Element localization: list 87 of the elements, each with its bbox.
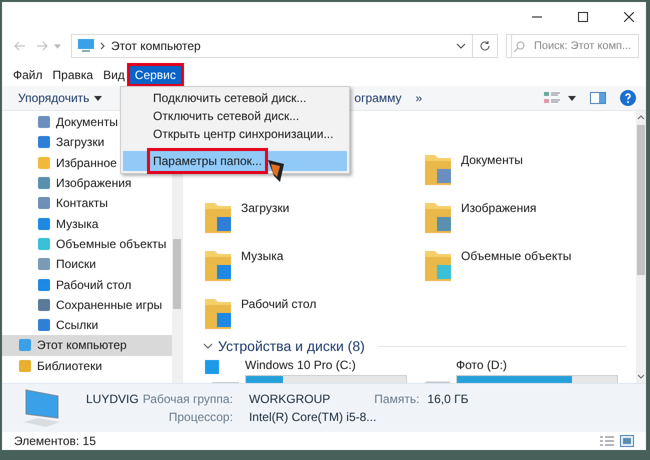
sidebar-item[interactable]: Сохраненные игры (2, 294, 172, 315)
scroll-down-icon[interactable] (637, 374, 645, 379)
sidebar-item[interactable]: Библиотеки (2, 356, 172, 376)
scroll-up-icon[interactable] (637, 115, 645, 120)
detail-value: 16,0 ГБ (427, 392, 468, 406)
sidebar-item-icon (38, 156, 50, 169)
chevron-icon[interactable] (203, 343, 213, 349)
sidebar-item[interactable]: Объемные объекты (2, 234, 172, 254)
menu-item[interactable]: Правка (48, 66, 98, 84)
folder-label[interactable]: Объемные объекты (461, 249, 572, 263)
sidebar-item-label[interactable]: Объемные объекты (56, 236, 166, 251)
maximize-icon[interactable] (578, 12, 588, 22)
menu-item[interactable]: Вид (98, 66, 130, 84)
drive-label[interactable]: Windows 10 Pro (C:) (245, 358, 407, 372)
sidebar-item-icon (38, 298, 50, 311)
sidebar-item-label[interactable]: Библиотеки (37, 358, 102, 373)
sidebar-item-label[interactable]: Рабочий стол (56, 278, 132, 292)
folder-label[interactable]: Музыка (241, 249, 284, 263)
view-options-icon[interactable] (544, 91, 560, 105)
sidebar-item[interactable]: Контакты (2, 193, 172, 214)
close-icon[interactable] (624, 12, 634, 22)
section-header[interactable]: Устройства и диски (8) (218, 338, 365, 354)
sidebar-item-icon (19, 339, 31, 352)
sidebar-item-label[interactable]: Избранное (56, 156, 117, 170)
menu-item[interactable]: Отключить сетевой диск... (123, 107, 347, 125)
sidebar-item[interactable]: Этот компьютер (2, 335, 172, 356)
folder-label[interactable]: Документы (461, 153, 523, 167)
sidebar-item-icon (38, 218, 50, 230)
sidebar-item-icon (38, 258, 50, 270)
sidebar-item-icon (38, 278, 50, 291)
sidebar-item-label[interactable]: Документы (56, 115, 118, 130)
sidebar-item-icon (19, 360, 31, 372)
sidebar-item[interactable]: Рабочий стол (2, 274, 172, 295)
sidebar-item[interactable]: Поиски (2, 254, 172, 274)
sidebar-item-icon (38, 197, 50, 210)
menu-item[interactable]: Сервис (130, 66, 181, 84)
chevron-icon (100, 42, 105, 50)
help-icon[interactable] (620, 90, 636, 106)
refresh-icon[interactable] (479, 40, 491, 52)
search-field[interactable]: Поиск: Этот комп... (511, 34, 639, 58)
sidebar-item-label[interactable]: Этот компьютер (37, 338, 127, 352)
search-icon (513, 41, 525, 53)
computer-icon (78, 39, 94, 53)
sidebar-item-label[interactable]: Сохраненные игры (56, 298, 162, 312)
detail-label: Память: (374, 392, 420, 406)
sidebar-item-label[interactable]: Изображения (56, 176, 132, 190)
sidebar-item[interactable]: Изображения (2, 172, 172, 194)
computer-name: LUYDVIG (86, 392, 139, 406)
sidebar-item-icon (38, 116, 50, 128)
menu-item[interactable]: Файл (8, 66, 48, 84)
item-count: Элементов: 15 (14, 434, 96, 448)
sidebar-item-icon (38, 319, 50, 332)
address-path: Этот компьютер (111, 39, 202, 53)
large-icons-view-icon[interactable] (620, 435, 634, 447)
detail-label: Процессор: (168, 410, 233, 424)
detail-label: Рабочая группа: (142, 392, 233, 406)
sidebar-item-icon (38, 238, 50, 250)
sidebar-item-label[interactable]: Контакты (56, 196, 108, 210)
details-view-icon[interactable] (600, 435, 614, 447)
folder-label[interactable]: Рабочий стол (241, 297, 316, 311)
sidebar-item-label[interactable]: Ссылки (56, 318, 98, 332)
drive-label[interactable]: Фото (D:) (456, 358, 618, 372)
toolbar-button[interactable]: » (415, 91, 422, 105)
folder-label[interactable]: Изображения (461, 201, 536, 215)
caret-icon[interactable] (456, 43, 466, 49)
menu-item[interactable]: Параметры папок... (123, 151, 347, 171)
sidebar-item-icon (38, 177, 50, 190)
detail-value: Intel(R) Core(TM) i5-8... (248, 410, 378, 424)
menu-item[interactable]: Открыть центр синхронизации... (123, 125, 347, 143)
address-bar[interactable]: Этот компьютер (71, 34, 473, 58)
sidebar-item-label[interactable]: Поиски (56, 257, 96, 272)
caret-icon[interactable] (568, 96, 576, 100)
sidebar-item-label[interactable]: Загрузки (56, 135, 104, 150)
detail-value: WORKGROUP (248, 392, 330, 406)
sidebar-item[interactable]: Ссылки (2, 314, 172, 336)
sidebar-item[interactable]: Музыка (2, 213, 172, 234)
toolbar-button[interactable]: Упорядочить (18, 91, 102, 105)
folder-label[interactable]: Загрузки (241, 201, 290, 215)
scrollbar[interactable] (636, 111, 646, 383)
caret-icon[interactable] (94, 96, 102, 100)
toolbar-button[interactable]: ограмму (354, 91, 402, 105)
menu-item[interactable]: Подключить сетевой диск... (123, 89, 347, 107)
preview-pane-icon[interactable] (590, 91, 606, 105)
refresh-button[interactable] (472, 34, 498, 58)
sidebar-item-label[interactable]: Музыка (56, 216, 98, 231)
sidebar-item-icon (38, 136, 50, 148)
cursor-icon (266, 158, 286, 184)
